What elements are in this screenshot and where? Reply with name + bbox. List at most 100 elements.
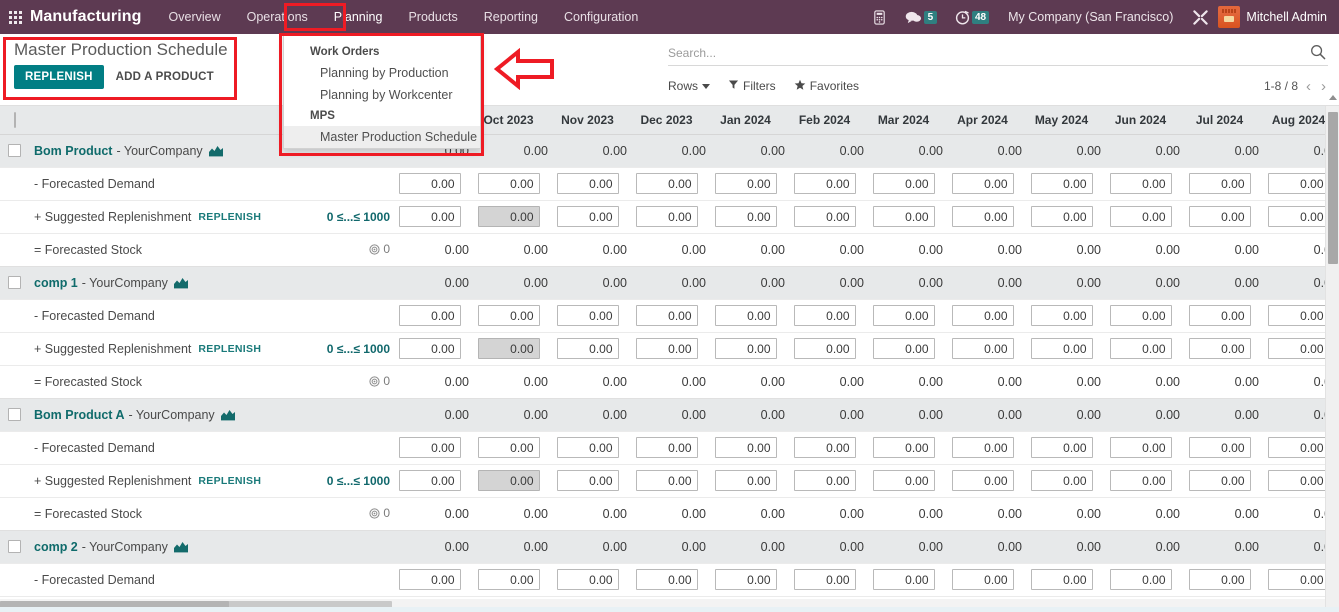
value-input[interactable] <box>793 470 856 491</box>
value-input[interactable] <box>872 470 935 491</box>
editable-value-cell[interactable] <box>785 332 864 366</box>
editable-value-cell[interactable] <box>627 332 706 366</box>
value-input[interactable] <box>1109 305 1172 326</box>
editable-value-cell[interactable] <box>469 563 548 597</box>
value-input[interactable] <box>1188 470 1251 491</box>
nav-item-operations[interactable]: Operations <box>234 0 321 34</box>
editable-value-cell[interactable] <box>548 167 627 201</box>
editable-value-cell[interactable] <box>864 200 943 234</box>
editable-value-cell[interactable] <box>1101 563 1180 597</box>
editable-value-cell[interactable] <box>1180 563 1259 597</box>
editable-value-cell[interactable] <box>627 464 706 498</box>
nav-item-planning[interactable]: Planning <box>321 0 396 34</box>
editable-value-cell[interactable] <box>627 299 706 333</box>
editable-value-cell[interactable] <box>706 200 785 234</box>
value-input[interactable] <box>1188 173 1251 194</box>
value-input[interactable] <box>951 206 1014 227</box>
editable-value-cell[interactable] <box>943 332 1022 366</box>
vertical-scrollbar[interactable] <box>1325 95 1339 612</box>
editable-value-cell[interactable] <box>627 431 706 465</box>
value-input[interactable] <box>477 206 540 227</box>
value-input[interactable] <box>1030 437 1093 458</box>
editable-value-cell[interactable] <box>864 464 943 498</box>
editable-value-cell[interactable] <box>1022 563 1101 597</box>
value-input[interactable] <box>635 338 698 359</box>
filters-dropdown[interactable]: Filters <box>728 79 776 93</box>
value-input[interactable] <box>872 206 935 227</box>
messages-icon[interactable]: 5 <box>896 0 946 34</box>
favorites-dropdown[interactable]: Favorites <box>794 79 859 94</box>
row-replenish-button[interactable]: REPLENISH <box>198 343 261 355</box>
editable-value-cell[interactable] <box>548 431 627 465</box>
editable-value-cell[interactable] <box>1180 299 1259 333</box>
value-input[interactable] <box>793 173 856 194</box>
value-input[interactable] <box>714 305 777 326</box>
apps-grid-icon[interactable] <box>0 0 30 34</box>
area-chart-icon[interactable] <box>208 145 223 157</box>
value-input[interactable] <box>556 338 619 359</box>
editable-value-cell[interactable] <box>1022 299 1101 333</box>
editable-value-cell[interactable] <box>785 464 864 498</box>
menu-item-planning-by-workcenter[interactable]: Planning by Workcenter <box>284 84 480 106</box>
replenish-button[interactable]: REPLENISH <box>14 65 104 89</box>
wrench-icon[interactable] <box>1183 0 1218 34</box>
value-input[interactable] <box>1109 338 1172 359</box>
value-input[interactable] <box>635 305 698 326</box>
value-input[interactable] <box>398 206 461 227</box>
nav-item-reporting[interactable]: Reporting <box>471 0 551 34</box>
editable-value-cell[interactable] <box>1022 332 1101 366</box>
value-input[interactable] <box>1267 206 1330 227</box>
editable-value-cell[interactable] <box>943 200 1022 234</box>
editable-value-cell[interactable] <box>1180 200 1259 234</box>
value-input[interactable] <box>951 569 1014 590</box>
value-input[interactable] <box>635 206 698 227</box>
user-menu[interactable]: Mitchell Admin <box>1246 10 1335 24</box>
value-input[interactable] <box>1267 437 1330 458</box>
value-input[interactable] <box>793 206 856 227</box>
value-input[interactable] <box>398 173 461 194</box>
product-name[interactable]: Bom Product <box>34 144 112 158</box>
value-input[interactable] <box>1030 173 1093 194</box>
value-input[interactable] <box>1109 206 1172 227</box>
value-input[interactable] <box>398 470 461 491</box>
editable-value-cell[interactable] <box>390 464 469 498</box>
area-chart-icon[interactable] <box>173 277 188 289</box>
replenishment-range-cell[interactable]: 0 ≤...≤ 1000 <box>305 464 390 498</box>
value-input[interactable] <box>714 338 777 359</box>
editable-value-cell[interactable] <box>469 167 548 201</box>
pager-previous-button[interactable]: ‹ <box>1304 78 1313 95</box>
value-input[interactable] <box>477 305 540 326</box>
editable-value-cell[interactable] <box>627 200 706 234</box>
value-input[interactable] <box>872 305 935 326</box>
editable-value-cell[interactable] <box>706 332 785 366</box>
editable-value-cell[interactable] <box>864 431 943 465</box>
value-input[interactable] <box>714 173 777 194</box>
search-input[interactable] <box>668 45 1288 60</box>
editable-value-cell[interactable] <box>469 200 548 234</box>
value-input[interactable] <box>398 338 461 359</box>
value-input[interactable] <box>1030 569 1093 590</box>
value-input[interactable] <box>398 305 461 326</box>
nav-item-overview[interactable]: Overview <box>156 0 234 34</box>
vertical-scrollbar-thumb[interactable] <box>1328 112 1338 264</box>
mps-table-container[interactable]: Sep 2023Oct 2023Nov 2023Dec 2023Jan 2024… <box>0 106 1339 612</box>
editable-value-cell[interactable] <box>1022 167 1101 201</box>
pager-next-button[interactable]: › <box>1319 78 1328 95</box>
editable-value-cell[interactable] <box>706 431 785 465</box>
area-chart-icon[interactable] <box>220 409 235 421</box>
value-input[interactable] <box>1109 569 1172 590</box>
product-row-checkbox[interactable] <box>8 144 21 157</box>
editable-value-cell[interactable] <box>706 299 785 333</box>
replenishment-range-cell[interactable]: 0 ≤...≤ 1000 <box>305 332 390 366</box>
editable-value-cell[interactable] <box>548 563 627 597</box>
value-input[interactable] <box>556 569 619 590</box>
value-input[interactable] <box>1267 173 1330 194</box>
editable-value-cell[interactable] <box>943 563 1022 597</box>
product-name[interactable]: comp 1 <box>34 276 78 290</box>
editable-value-cell[interactable] <box>390 299 469 333</box>
editable-value-cell[interactable] <box>390 563 469 597</box>
value-input[interactable] <box>714 470 777 491</box>
editable-value-cell[interactable] <box>1101 431 1180 465</box>
app-brand-name[interactable]: Manufacturing <box>30 8 156 26</box>
editable-value-cell[interactable] <box>1101 167 1180 201</box>
